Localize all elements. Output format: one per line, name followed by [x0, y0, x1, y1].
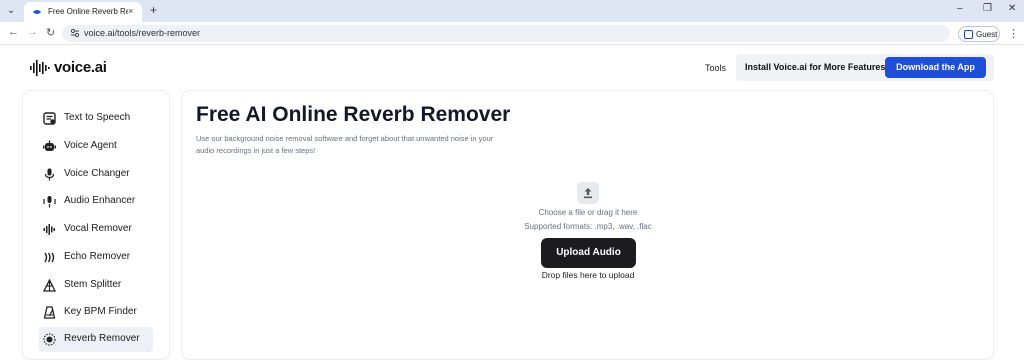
page-title: Free AI Online Reverb Remover — [196, 103, 511, 126]
install-cta-text: Install Voice.ai for More Features — [745, 62, 886, 72]
text-to-speech-icon — [43, 112, 56, 125]
restore-button[interactable]: ❐ — [983, 3, 992, 14]
back-button[interactable]: ← — [8, 26, 19, 38]
sidebar-item-stem-splitter[interactable]: Stem Splitter — [39, 273, 153, 298]
sidebar-item-label: Key BPM Finder — [64, 306, 137, 317]
sidebar-item-audio-enhancer[interactable]: Audio Enhancer — [39, 189, 153, 214]
tools-sidebar: Text to Speech Voice Agent Voice Changer… — [22, 90, 170, 360]
waveform-icon — [43, 224, 55, 235]
metronome-icon — [43, 306, 56, 319]
sidebar-item-voice-changer[interactable]: Voice Changer — [39, 162, 153, 187]
sidebar-item-label: Text to Speech — [64, 112, 131, 123]
upload-icon[interactable] — [577, 182, 599, 204]
sidebar-item-label: Vocal Remover — [64, 223, 132, 234]
tab-title: Free Online Reverb Remover — [48, 7, 128, 16]
upload-arrow-icon — [584, 188, 592, 199]
sidebar-item-voice-agent[interactable]: Voice Agent — [39, 134, 153, 159]
reload-button[interactable]: ↻ — [46, 26, 55, 39]
sidebar-item-label: Stem Splitter — [64, 279, 122, 290]
tools-nav-link[interactable]: Tools — [705, 63, 726, 73]
sidebar-item-echo-remover[interactable]: Echo Remover — [39, 245, 153, 270]
forward-button[interactable]: → — [27, 26, 38, 38]
address-bar[interactable]: voice.ai/tools/reverb-remover — [62, 25, 950, 42]
sidebar-item-vocal-remover[interactable]: Vocal Remover — [39, 217, 153, 242]
sidebar-item-label: Voice Changer — [64, 168, 130, 179]
voice-ai-favicon-icon — [33, 10, 41, 14]
browser-tabstrip: ⌄ Free Online Reverb Remover × + – ❐ ✕ — [0, 0, 1024, 22]
logo-text: voice.ai — [54, 59, 107, 76]
microphone-icon — [44, 168, 55, 181]
profile-icon — [964, 30, 973, 39]
choose-file-text: Choose a file or drag it here — [538, 208, 638, 217]
sidebar-item-text-to-speech[interactable]: Text to Speech — [39, 106, 153, 131]
profile-label: Guest — [976, 30, 998, 39]
reverb-remover-panel: Free AI Online Reverb Remover Use our ba… — [181, 90, 994, 360]
browser-toolbar: ← → ↻ voice.ai/tools/reverb-remover Gues… — [0, 22, 1024, 45]
sidebar-item-label: Reverb Remover — [64, 333, 140, 344]
audio-enhancer-icon — [43, 196, 56, 208]
tab-search-chevron-icon[interactable]: ⌄ — [4, 4, 18, 18]
site-settings-icon[interactable] — [70, 28, 80, 38]
echo-icon — [44, 252, 55, 263]
upload-audio-button[interactable]: Upload Audio — [541, 238, 636, 268]
install-cta: Install Voice.ai for More Features Downl… — [736, 54, 994, 81]
url-text: voice.ai/tools/reverb-remover — [84, 28, 201, 38]
sidebar-item-reverb-remover[interactable]: Reverb Remover — [39, 327, 153, 352]
sidebar-item-label: Audio Enhancer — [64, 195, 136, 206]
voice-agent-icon — [43, 140, 56, 151]
minimize-button[interactable]: – — [957, 3, 963, 14]
new-tab-button[interactable]: + — [150, 3, 157, 17]
sidebar-item-label: Echo Remover — [64, 251, 131, 262]
download-app-button[interactable]: Download the App — [885, 57, 986, 78]
profile-button[interactable]: Guest — [958, 26, 1000, 42]
drop-files-text: Drop files here to upload — [541, 270, 635, 280]
page-description: Use our background noise removal softwar… — [196, 134, 494, 155]
logo-waveform-icon — [30, 60, 50, 76]
reverb-icon — [43, 333, 56, 346]
close-window-button[interactable]: ✕ — [1008, 3, 1016, 14]
sidebar-item-key-bpm-finder[interactable]: Key BPM Finder — [39, 300, 153, 325]
sidebar-item-label: Voice Agent — [64, 140, 117, 151]
supported-formats-text: Supported formats: .mp3, .wav, .flac — [524, 222, 652, 231]
browser-menu-icon[interactable]: ⋮ — [1008, 27, 1019, 40]
tab-close-icon[interactable]: × — [128, 6, 133, 16]
stem-splitter-icon — [43, 279, 56, 292]
browser-tab[interactable]: Free Online Reverb Remover × — [24, 2, 142, 22]
